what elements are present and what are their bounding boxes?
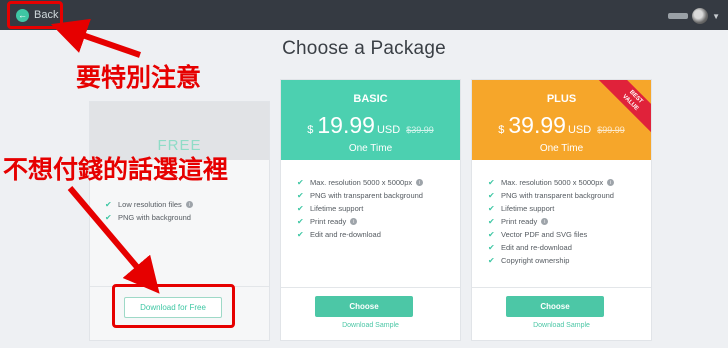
list-item: ✔ PNG with transparent background — [297, 189, 423, 202]
feature-list: ✔ Low resolution files i ✔ PNG with back… — [105, 198, 193, 224]
check-icon: ✔ — [297, 217, 304, 226]
tier-name: PLUS — [546, 93, 577, 105]
list-item: ✔ Edit and re-download — [488, 241, 614, 254]
feature-label: Max. resolution 5000 x 5000px — [310, 178, 413, 187]
download-sample-link[interactable]: Download Sample — [472, 322, 651, 329]
check-icon: ✔ — [297, 230, 304, 239]
price-term: One Time — [348, 143, 393, 154]
feature-list: ✔ Max. resolution 5000 x 5000px i ✔ PNG … — [297, 176, 424, 241]
page-title: Choose a Package — [282, 38, 446, 59]
check-icon: ✔ — [488, 204, 495, 213]
check-icon: ✔ — [105, 200, 112, 209]
info-icon[interactable]: i — [350, 218, 358, 225]
annotation-box-free — [112, 284, 235, 328]
list-item: ✔ Vector PDF and SVG files — [488, 228, 614, 241]
package-card-basic: BASIC $ 19.99 USD $39.99 One Time ✔ Max.… — [280, 79, 461, 341]
feature-label: Edit and re-download — [501, 243, 572, 252]
feature-label: Print ready — [310, 217, 347, 226]
check-icon: ✔ — [488, 256, 495, 265]
feature-label: PNG with transparent background — [501, 191, 614, 200]
feature-label: Low resolution files — [118, 200, 182, 209]
info-icon[interactable]: i — [541, 218, 549, 225]
feature-label: Max. resolution 5000 x 5000px — [501, 178, 604, 187]
check-icon: ✔ — [105, 213, 112, 222]
check-icon: ✔ — [488, 191, 495, 200]
user-menu[interactable]: ▼ — [668, 8, 720, 24]
feature-label: Edit and re-download — [310, 230, 381, 239]
divider — [472, 287, 651, 288]
list-item: ✔ Print ready i — [488, 215, 614, 228]
card-header: BASIC $ 19.99 USD $39.99 One Time — [281, 80, 460, 160]
tier-name: BASIC — [353, 93, 388, 105]
old-price: $99.99 — [597, 125, 625, 135]
annotation-top: 要特別注意 — [76, 63, 202, 92]
choose-basic-button[interactable]: Choose — [315, 296, 413, 317]
info-icon[interactable]: i — [607, 179, 615, 186]
divider — [281, 287, 460, 288]
feature-label: PNG with background — [118, 213, 191, 222]
feature-label: PNG with transparent background — [310, 191, 423, 200]
feature-label: Copyright ownership — [501, 256, 570, 265]
list-item: ✔ Edit and re-download — [297, 228, 423, 241]
price-unit: USD — [376, 124, 401, 136]
list-item: ✔ Lifetime support — [488, 202, 614, 215]
price-amount: 39.99 — [508, 112, 566, 138]
check-icon: ✔ — [297, 191, 304, 200]
feature-label: Print ready — [501, 217, 538, 226]
price-amount: 19.99 — [317, 112, 375, 138]
old-price: $39.99 — [406, 125, 434, 135]
check-icon: ✔ — [488, 230, 495, 239]
chevron-down-icon[interactable]: ▼ — [712, 12, 720, 21]
list-item: ✔ Max. resolution 5000 x 5000px i — [297, 176, 424, 189]
annotation-free: 不想付錢的話選這裡 — [3, 155, 229, 184]
info-icon[interactable]: i — [416, 179, 424, 186]
list-item: ✔ Lifetime support — [297, 202, 423, 215]
price: $ 19.99 USD $39.99 — [281, 112, 460, 139]
choose-plus-button[interactable]: Choose — [506, 296, 604, 317]
list-item: ✔ Low resolution files i — [105, 198, 193, 211]
currency: $ — [307, 124, 314, 136]
package-card-plus: BEST VALUE PLUS $ 39.99 USD $99.99 One T… — [471, 79, 652, 341]
check-icon: ✔ — [297, 178, 304, 187]
feature-label: Lifetime support — [501, 204, 555, 213]
download-sample-link[interactable]: Download Sample — [281, 322, 460, 329]
avatar[interactable] — [692, 8, 709, 24]
currency: $ — [498, 124, 505, 136]
feature-label: Vector PDF and SVG files — [501, 230, 588, 239]
feature-list: ✔ Max. resolution 5000 x 5000px i ✔ PNG … — [488, 176, 615, 267]
check-icon: ✔ — [297, 204, 304, 213]
check-icon: ✔ — [488, 178, 495, 187]
list-item: ✔ Copyright ownership — [488, 254, 614, 267]
list-item: ✔ PNG with transparent background — [488, 189, 614, 202]
card-header: BEST VALUE PLUS $ 39.99 USD $99.99 One T… — [472, 80, 651, 160]
price: $ 39.99 USD $99.99 — [472, 112, 651, 139]
annotation-box-back — [7, 1, 63, 29]
top-bar: ← Back ▼ — [0, 0, 728, 30]
list-item: ✔ PNG with background — [105, 211, 193, 224]
check-icon: ✔ — [488, 217, 495, 226]
price-term: One Time — [539, 143, 584, 154]
list-item: ✔ Print ready i — [297, 215, 423, 228]
info-icon[interactable]: i — [185, 201, 193, 208]
list-item: ✔ Max. resolution 5000 x 5000px i — [488, 176, 615, 189]
price-unit: USD — [567, 124, 592, 136]
check-icon: ✔ — [488, 243, 495, 252]
feature-label: Lifetime support — [310, 204, 364, 213]
user-name — [668, 13, 689, 19]
